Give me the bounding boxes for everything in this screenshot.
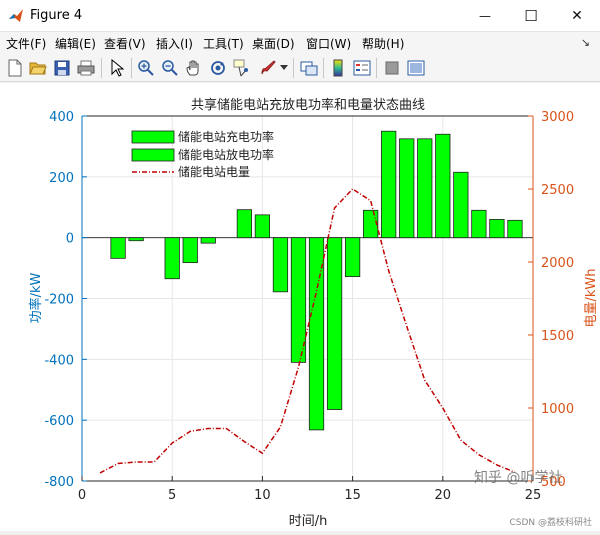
title-bar: Figure 4 — ☐ ✕ [0, 0, 600, 32]
charge-bar [381, 131, 395, 237]
legend-label-discharge: 储能电站放电功率 [178, 147, 274, 162]
print-icon[interactable] [75, 57, 97, 79]
zhihu-watermark: 知乎 @听学社 [474, 467, 562, 487]
menu-file[interactable]: 文件(F) [6, 35, 46, 52]
menu-tools[interactable]: 工具(T) [203, 35, 244, 52]
charge-bar [255, 215, 269, 238]
left-axis-ticks: -800 -600 -400 -200 0 200 400 [44, 110, 87, 490]
toolbar-separator [131, 58, 132, 78]
right-tick-label: 2000 [541, 256, 574, 271]
menu-edit[interactable]: 编辑(E) [55, 35, 96, 52]
left-tick-label: -600 [44, 414, 74, 429]
chart-title: 共享储能电站充放电功率和电量状态曲线 [191, 97, 425, 113]
discharge-bar [129, 238, 143, 241]
toolbar-separator [101, 58, 102, 78]
dual-axis-chart: -800 -600 -400 -200 0 200 400 5 0 0 1000 1500 2000 2… [0, 83, 600, 531]
brush-icon[interactable] [257, 57, 279, 79]
charge-bar [454, 172, 468, 237]
charge-bar [418, 139, 432, 238]
x-tick-label: 0 [78, 488, 86, 503]
menu-bar: 文件(F) 编辑(E) 查看(V) 插入(I) 工具(T) 桌面(D) 窗口(W… [0, 32, 600, 54]
matlab-logo-icon [8, 8, 24, 24]
pointer-icon[interactable] [106, 57, 128, 79]
x-tick-label: 10 [254, 488, 271, 503]
right-tick-label: 3000 [541, 110, 574, 125]
left-tick-label: -800 [44, 475, 74, 490]
legend-swatch-charge [132, 131, 174, 143]
dock-figure-icon[interactable]: ↘ [581, 36, 590, 49]
right-axis-ticks: 50010001500200025003000 [528, 110, 574, 490]
menu-view[interactable]: 查看(V) [104, 35, 146, 52]
right-tick-label: 2500 [541, 183, 574, 198]
menu-window[interactable]: 窗口(W) [306, 35, 351, 52]
legend-swatch-discharge [132, 149, 174, 161]
discharge-bar [345, 238, 359, 277]
left-axis-label: 功率/kW [28, 272, 44, 323]
figure-toolbar [0, 54, 600, 82]
right-axis-label: 电量/kWh [584, 268, 599, 327]
charge-bar [508, 220, 522, 237]
toolbar-separator [376, 58, 377, 78]
discharge-bar [165, 238, 179, 279]
minimize-button[interactable]: — [462, 0, 508, 32]
open-file-icon[interactable] [27, 57, 49, 79]
menu-help[interactable]: 帮助(H) [362, 35, 404, 52]
x-tick-label: 20 [435, 488, 452, 503]
left-tick-label: -400 [44, 353, 74, 368]
x-tick-label: 15 [344, 488, 361, 503]
x-tick-label: 5 [168, 488, 176, 503]
maximize-button[interactable]: ☐ [508, 0, 554, 32]
link-plot-icon[interactable] [298, 57, 320, 79]
charge-bar [490, 219, 504, 237]
save-icon[interactable] [51, 57, 73, 79]
legend-label-charge: 储能电站充电功率 [178, 129, 274, 144]
close-icon: ✕ [571, 8, 583, 24]
toolbar-separator [293, 58, 294, 78]
discharge-bar [183, 238, 197, 263]
discharge-bar [273, 238, 287, 292]
close-button[interactable]: ✕ [554, 0, 600, 32]
left-tick-label: -200 [44, 293, 74, 308]
window-title: Figure 4 [30, 8, 82, 23]
x-axis-label: 时间/h [289, 514, 328, 529]
charge-bar [436, 134, 450, 237]
charge-bar [400, 139, 414, 238]
rotate-3d-icon[interactable] [207, 57, 229, 79]
toolbar-separator [323, 58, 324, 78]
menu-insert[interactable]: 插入(I) [156, 35, 193, 52]
show-plot-tools-icon[interactable] [405, 57, 427, 79]
maximize-icon: ☐ [524, 7, 537, 25]
menu-desktop[interactable]: 桌面(D) [252, 35, 295, 52]
new-figure-icon[interactable] [4, 57, 26, 79]
legend-label-energy: 储能电站电量 [178, 164, 250, 179]
brush-dropdown-icon[interactable] [278, 57, 290, 79]
charge-bar [472, 210, 486, 237]
right-tick-label: 1500 [541, 329, 574, 344]
legend-icon[interactable] [351, 57, 373, 79]
charge-bar [237, 210, 251, 238]
colorbar-icon[interactable] [327, 57, 349, 79]
csdn-watermark: CSDN @荔枝科研社 [509, 515, 592, 528]
left-tick-label: 400 [49, 110, 74, 125]
hide-plot-tools-icon[interactable] [381, 57, 403, 79]
left-tick-label: 200 [49, 171, 74, 186]
data-cursor-icon[interactable] [231, 57, 253, 79]
minimize-icon: — [479, 9, 491, 23]
discharge-bar [201, 238, 215, 243]
pan-hand-icon[interactable] [183, 57, 205, 79]
zoom-in-icon[interactable] [135, 57, 157, 79]
right-tick-label: 1000 [541, 402, 574, 417]
discharge-bar [111, 238, 125, 259]
charge-bar [363, 210, 377, 237]
zoom-out-icon[interactable] [159, 57, 181, 79]
left-tick-label: 0 [66, 232, 74, 247]
discharge-bar [327, 238, 341, 410]
x-tick-label: 25 [525, 488, 542, 503]
figure-canvas: -800 -600 -400 -200 0 200 400 5 0 0 1000 1500 2000 2… [0, 83, 600, 531]
